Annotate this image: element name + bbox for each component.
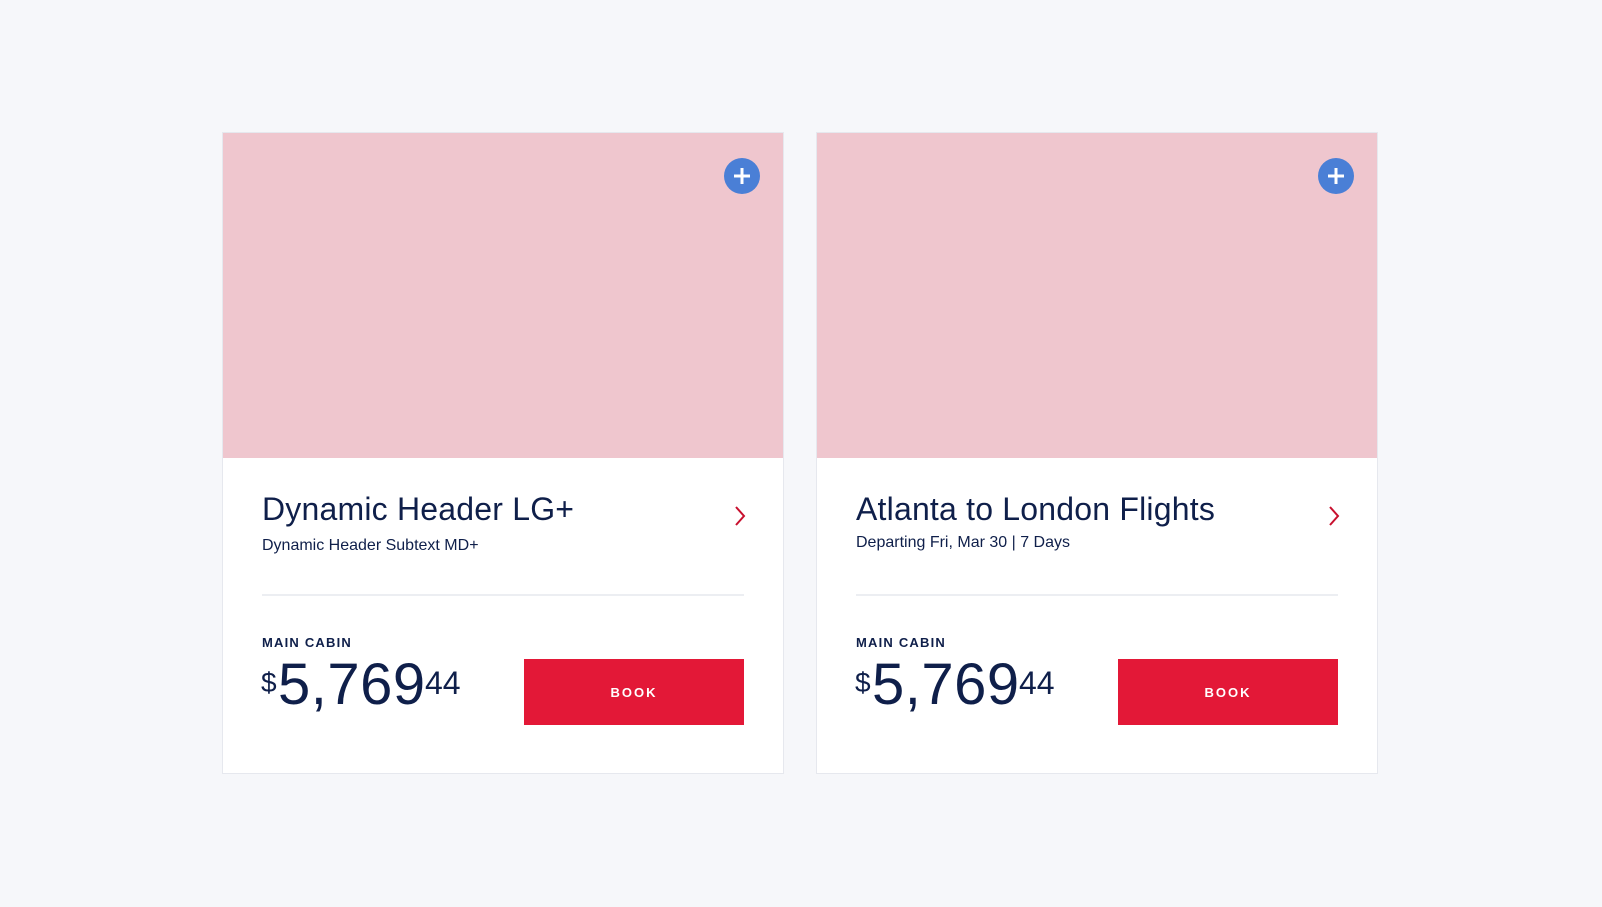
card-image-placeholder xyxy=(223,133,783,458)
price-dollars: 5,769 xyxy=(872,652,1020,717)
flight-card: Atlanta to London Flights Departing Fri,… xyxy=(816,132,1378,774)
price-dollars: 5,769 xyxy=(278,652,426,717)
divider xyxy=(262,594,744,596)
card-title: Dynamic Header LG+ xyxy=(262,491,575,527)
card-subtext: Departing Fri, Mar 30 | 7 Days xyxy=(856,534,1071,551)
price-currency: $ xyxy=(261,667,277,698)
price-currency: $ xyxy=(855,667,871,698)
flight-card: Dynamic Header LG+ Dynamic Header Subtex… xyxy=(222,132,784,774)
book-button[interactable]: BOOK xyxy=(1118,659,1338,725)
plus-icon xyxy=(734,168,750,184)
book-button[interactable]: BOOK xyxy=(524,659,744,725)
plus-icon xyxy=(1328,168,1344,184)
cabin-label: MAIN CABIN xyxy=(856,635,946,650)
chevron-right-icon[interactable] xyxy=(733,504,747,528)
divider xyxy=(856,594,1338,596)
card-subtext: Dynamic Header Subtext MD+ xyxy=(262,537,479,554)
cabin-label: MAIN CABIN xyxy=(262,635,352,650)
add-button[interactable] xyxy=(724,158,760,194)
card-image-placeholder xyxy=(817,133,1377,458)
price-cents: 44 xyxy=(1019,665,1055,701)
chevron-right-icon[interactable] xyxy=(1327,504,1341,528)
card-title: Atlanta to London Flights xyxy=(856,491,1216,527)
price-cents: 44 xyxy=(425,665,461,701)
add-button[interactable] xyxy=(1318,158,1354,194)
